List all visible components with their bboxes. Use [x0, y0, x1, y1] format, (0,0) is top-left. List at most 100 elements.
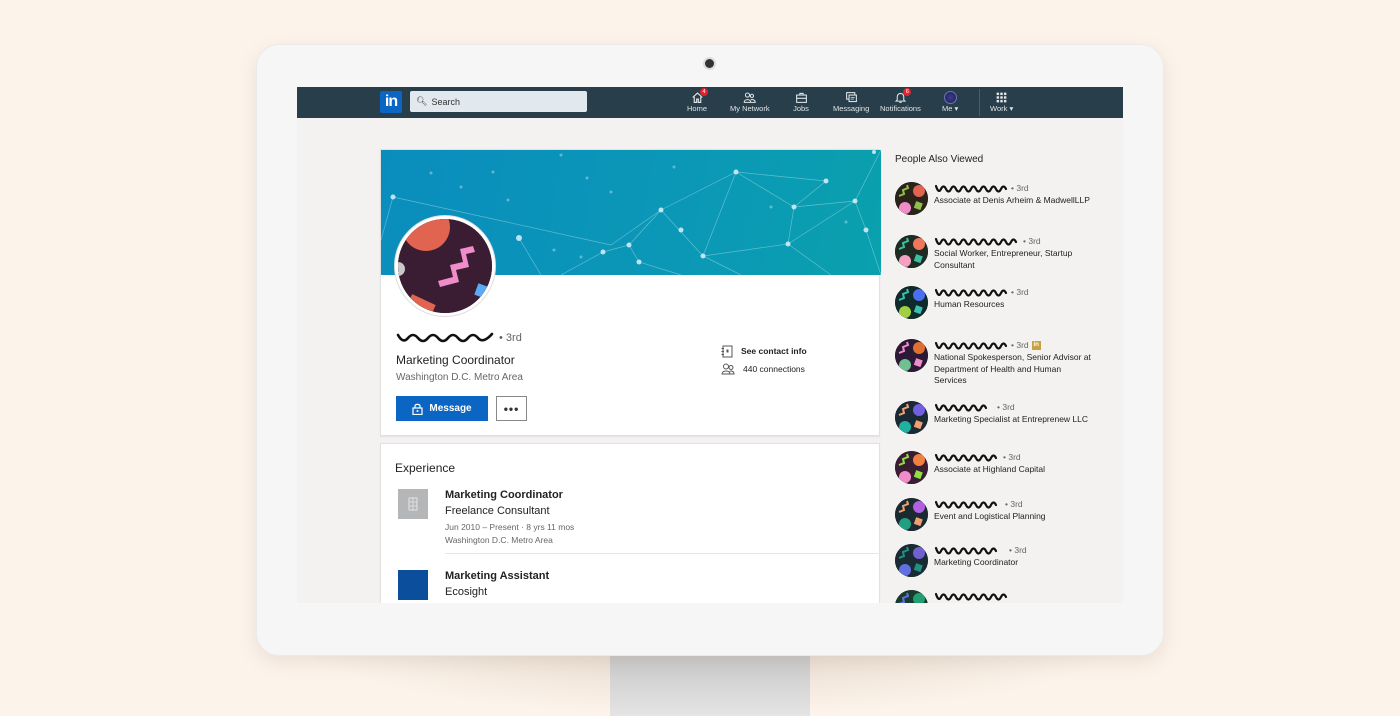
- person-avatar[interactable]: [895, 182, 928, 215]
- people-also-viewed-item[interactable]: • 3rd Social Worker, Entrepreneur, Start…: [895, 235, 1094, 271]
- person-avatar[interactable]: [895, 498, 928, 531]
- people-also-viewed-item[interactable]: • 3rd Marketing Specialist at Entreprene…: [895, 401, 1094, 434]
- contact-section: See contact info 440 connections: [721, 342, 807, 378]
- connection-degree: • 3rd: [1003, 452, 1021, 462]
- person-name-row: • 3rd in: [934, 339, 1094, 351]
- people-also-viewed-item[interactable]: • 3rd Associate at Denis Arheim & Madwel…: [895, 182, 1094, 215]
- nav-my-network-label: My Network: [730, 104, 770, 113]
- avatar-pattern: [895, 339, 928, 372]
- nav-notifications[interactable]: 6 Notifications: [880, 88, 921, 116]
- see-contact-info-label: See contact info: [741, 346, 807, 356]
- person-name-row: [934, 590, 1094, 602]
- nav-messaging[interactable]: Messaging: [833, 90, 869, 116]
- person-info: • 3rd Marketing Specialist at Entreprene…: [934, 401, 1094, 434]
- linkedin-logo[interactable]: in: [380, 91, 402, 113]
- profile-headline: Marketing Coordinator: [396, 353, 515, 367]
- person-info: • 3rd Human Resources: [934, 286, 1094, 319]
- caret-down-icon: ▾: [954, 104, 959, 113]
- person-avatar[interactable]: [895, 286, 928, 319]
- people-also-viewed-item[interactable]: • 3rd Human Resources: [895, 286, 1094, 319]
- person-headline: Associate at Highland Capital: [934, 464, 1046, 474]
- redacted-name: [934, 403, 988, 412]
- person-info: • 3rd Marketing Coordinator: [934, 544, 1094, 577]
- avatar-pattern: [895, 498, 928, 531]
- home-icon: 4: [689, 88, 708, 104]
- building-icon: [408, 497, 418, 511]
- connections-link[interactable]: 440 connections: [721, 360, 807, 378]
- person-headline: Marketing Coordinator: [934, 557, 1019, 567]
- person-avatar[interactable]: [895, 451, 928, 484]
- nav-jobs-label: Jobs: [793, 104, 809, 113]
- nav-notifications-label: Notifications: [880, 104, 921, 113]
- nav-me[interactable]: Me ▾: [942, 90, 958, 116]
- nav-work-label: Work: [990, 104, 1008, 113]
- experience-company: Ecosight: [445, 586, 488, 598]
- person-name-row: • 3rd: [934, 544, 1094, 556]
- people-also-viewed-item[interactable]: • 3rd Marketing Coordinator: [895, 544, 1094, 577]
- profile-avatar[interactable]: [395, 216, 495, 316]
- redacted-name: [934, 341, 1008, 350]
- nav-my-network[interactable]: My Network: [730, 90, 770, 116]
- nav-home[interactable]: 4 Home: [687, 88, 708, 116]
- person-headline: Marketing Specialist at Entreprenew LLC: [934, 414, 1089, 424]
- people-also-viewed-item[interactable]: • 3rd in National Spokesperson, Senior A…: [895, 339, 1094, 387]
- nav-work[interactable]: Work ▾: [990, 90, 1013, 116]
- redacted-name: [934, 592, 1008, 601]
- person-avatar[interactable]: [895, 235, 928, 268]
- experience-details: Marketing Coordinator Freelance Consulta…: [445, 489, 845, 547]
- connection-degree: • 3rd: [1005, 499, 1023, 509]
- message-button-label: Message: [429, 403, 472, 414]
- people-also-viewed-heading: People Also Viewed: [895, 154, 984, 165]
- webcam: [705, 59, 714, 68]
- see-contact-info-link[interactable]: See contact info: [721, 342, 807, 360]
- avatar-pattern: [895, 182, 928, 215]
- person-headline: Human Resources: [934, 299, 1005, 309]
- redacted-name: [934, 453, 998, 462]
- person-info: • 3rd Event and Logistical Planning: [934, 498, 1094, 531]
- people-also-viewed-item[interactable]: • 3rd Event and Logistical Planning: [895, 498, 1094, 531]
- connections-icon: [721, 363, 735, 375]
- nav-work-label-wrap: Work ▾: [990, 104, 1013, 113]
- avatar-pattern: [398, 219, 492, 313]
- person-info: • 3rd Associate at Denis Arheim & Madwel…: [934, 182, 1094, 215]
- person-name-row: • 3rd: [934, 498, 1094, 510]
- experience-meta: Jun 2010 – Present · 8 yrs 11 mos Washin…: [445, 521, 845, 547]
- person-avatar[interactable]: [895, 401, 928, 434]
- more-actions-button[interactable]: •••: [496, 396, 527, 421]
- nav-divider: [979, 89, 980, 116]
- person-name-row: • 3rd: [934, 235, 1094, 247]
- person-info: [934, 590, 1094, 603]
- connection-degree: • 3rd: [499, 332, 522, 344]
- nav-me-label: Me: [942, 104, 953, 113]
- redacted-name: [396, 332, 494, 343]
- person-avatar[interactable]: [895, 590, 928, 603]
- experience-dates: Jun 2010 – Present · 8 yrs 11 mos: [445, 522, 575, 532]
- person-avatar[interactable]: [895, 339, 928, 372]
- connection-degree: • 3rd: [1023, 236, 1041, 246]
- connection-degree: • 3rd: [1011, 340, 1029, 350]
- person-name-row: • 3rd: [934, 451, 1094, 463]
- avatar-pattern: [895, 401, 928, 434]
- redacted-name: [934, 546, 998, 555]
- nav-home-label: Home: [687, 104, 708, 113]
- nav-jobs[interactable]: Jobs: [793, 90, 809, 116]
- top-nav: in 🔍︎ Search 4 Home My Network Jobs Mess…: [297, 87, 1123, 118]
- person-headline: Event and Logistical Planning: [934, 511, 1046, 521]
- person-avatar[interactable]: [895, 544, 928, 577]
- people-also-viewed-item[interactable]: [895, 590, 1094, 603]
- company-placeholder-logo: [398, 489, 428, 519]
- connection-degree: • 3rd: [1009, 545, 1027, 555]
- experience-company: Freelance Consultant: [445, 505, 550, 517]
- message-button[interactable]: Message: [396, 396, 488, 421]
- experience-details: Marketing Assistant Ecosight: [445, 570, 845, 598]
- people-also-viewed-item[interactable]: • 3rd Associate at Highland Capital: [895, 451, 1094, 484]
- avatar-pattern: [895, 590, 928, 603]
- experience-role: Marketing Coordinator: [445, 489, 563, 501]
- redacted-name: [934, 184, 1008, 193]
- search-input[interactable]: 🔍︎ Search: [410, 91, 587, 112]
- screen: in 🔍︎ Search 4 Home My Network Jobs Mess…: [297, 87, 1123, 603]
- briefcase-icon: [793, 90, 809, 104]
- nav-messaging-label: Messaging: [833, 104, 870, 113]
- redacted-name: [934, 500, 998, 509]
- connection-degree: • 3rd: [1011, 287, 1029, 297]
